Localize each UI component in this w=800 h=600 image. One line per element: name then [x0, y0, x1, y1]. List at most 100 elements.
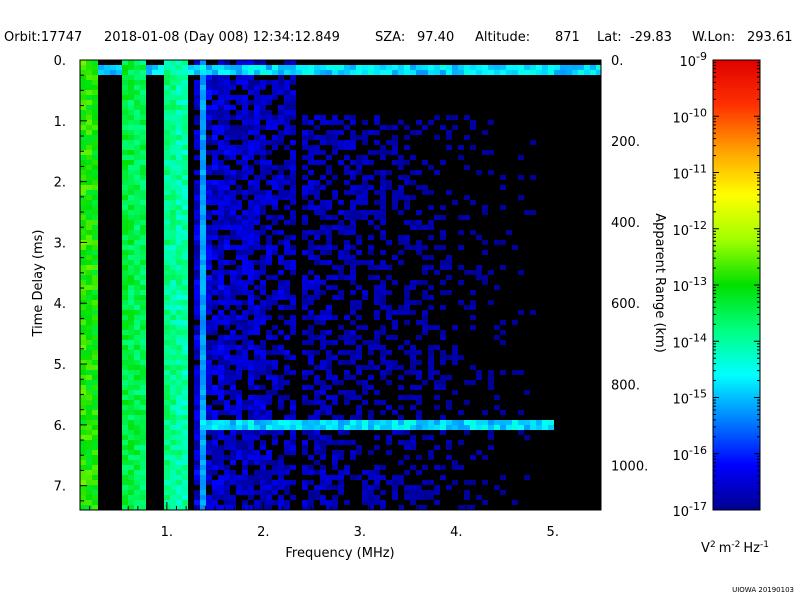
heatmap-cell: [230, 235, 236, 240]
heatmap-cell: [248, 155, 254, 160]
heatmap-cell: [350, 455, 356, 460]
heatmap-cell: [122, 100, 128, 105]
heatmap-cell: [308, 415, 314, 420]
heatmap-cell: [428, 370, 434, 375]
heatmap-cell: [182, 150, 188, 155]
heatmap-cell: [380, 260, 386, 265]
heatmap-cell: [266, 335, 272, 340]
heatmap-cell: [446, 405, 452, 410]
heatmap-cell: [500, 330, 506, 335]
heatmap-cell: [86, 365, 92, 370]
heatmap-cell: [176, 285, 182, 290]
heatmap-cell: [278, 495, 284, 500]
heatmap-cell: [182, 65, 188, 70]
heatmap-cell: [236, 170, 242, 175]
heatmap-cell: [122, 460, 128, 465]
heatmap-cell: [86, 215, 92, 220]
heatmap-cell: [200, 470, 206, 475]
heatmap-cell: [176, 390, 182, 395]
heatmap-cell: [164, 445, 170, 450]
heatmap-cell: [128, 160, 134, 165]
heatmap-cell: [170, 285, 176, 290]
heatmap-cell: [440, 475, 446, 480]
heatmap-cell: [326, 425, 332, 430]
heatmap-cell: [248, 120, 254, 125]
heatmap-cell: [248, 225, 254, 230]
heatmap-cell: [176, 360, 182, 365]
heatmap-cell: [164, 395, 170, 400]
heatmap-cell: [332, 415, 338, 420]
heatmap-cell: [404, 495, 410, 500]
heatmap-cell: [242, 240, 248, 245]
heatmap-cell: [122, 295, 128, 300]
heatmap-cell: [440, 305, 446, 310]
heatmap-cell: [410, 345, 416, 350]
heatmap-cell: [374, 190, 380, 195]
heatmap-cell: [164, 365, 170, 370]
heatmap-cell: [278, 90, 284, 95]
heatmap-cell: [248, 365, 254, 370]
heatmap-cell: [230, 285, 236, 290]
heatmap-cell: [92, 310, 98, 315]
heatmap-cell: [476, 270, 482, 275]
heatmap-cell: [182, 450, 188, 455]
heatmap-cell: [230, 435, 236, 440]
heatmap-cell: [236, 275, 242, 280]
heatmap-cell: [326, 135, 332, 140]
heatmap-cell: [164, 460, 170, 465]
heatmap-cell: [248, 90, 254, 95]
heatmap-cell: [176, 210, 182, 215]
heatmap-cell: [92, 210, 98, 215]
heatmap-cell: [278, 290, 284, 295]
heatmap-cell: [290, 140, 296, 145]
heatmap-cell: [512, 420, 518, 425]
heatmap-cell: [140, 450, 146, 455]
heatmap-cell: [482, 250, 488, 255]
y2-tick-label: 0.: [611, 54, 623, 69]
heatmap-cell: [194, 170, 200, 175]
heatmap-cell: [176, 60, 182, 65]
heatmap-cell: [254, 160, 260, 165]
heatmap-cell: [380, 305, 386, 310]
heatmap-cell: [134, 245, 140, 250]
heatmap-cell: [122, 430, 128, 435]
heatmap-cell: [164, 325, 170, 330]
heatmap-cell: [170, 425, 176, 430]
heatmap-cell: [284, 380, 290, 385]
heatmap-cell: [410, 360, 416, 365]
heatmap-cell: [164, 305, 170, 310]
heatmap-cell: [260, 460, 266, 465]
heatmap-cell: [218, 165, 224, 170]
heatmap-cell: [266, 110, 272, 115]
heatmap-cell: [260, 290, 266, 295]
heatmap-cell: [236, 100, 242, 105]
heatmap-cell: [236, 305, 242, 310]
heatmap-cell: [470, 200, 476, 205]
heatmap-cell: [122, 275, 128, 280]
heatmap-cell: [122, 165, 128, 170]
heatmap-cell: [176, 160, 182, 165]
heatmap-cell: [248, 215, 254, 220]
heatmap-cell: [332, 65, 338, 70]
heatmap-cell: [278, 215, 284, 220]
heatmap-cell: [200, 350, 206, 355]
heatmap-cell: [290, 410, 296, 415]
heatmap-cell: [248, 250, 254, 255]
heatmap-cell: [92, 475, 98, 480]
heatmap-cell: [86, 270, 92, 275]
heatmap-cell: [236, 415, 242, 420]
heatmap-cell: [230, 220, 236, 225]
heatmap-cell: [122, 360, 128, 365]
heatmap-cell: [140, 465, 146, 470]
heatmap-cell: [140, 445, 146, 450]
heatmap-cell: [410, 370, 416, 375]
heatmap-cell: [314, 470, 320, 475]
heatmap-cell: [134, 305, 140, 310]
heatmap-cell: [140, 345, 146, 350]
heatmap-cell: [320, 335, 326, 340]
heatmap-cell: [236, 290, 242, 295]
heatmap-cell: [80, 125, 86, 130]
heatmap-cell: [302, 230, 308, 235]
heatmap-cell: [134, 210, 140, 215]
heatmap-cell: [176, 415, 182, 420]
